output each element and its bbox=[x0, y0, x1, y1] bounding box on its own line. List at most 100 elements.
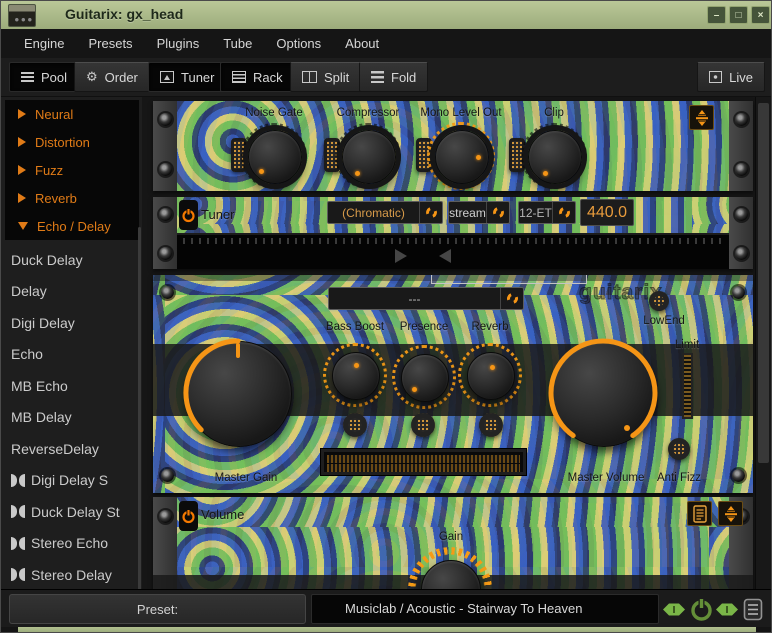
category-label: Distortion bbox=[35, 135, 90, 150]
order-label: Order bbox=[105, 70, 138, 85]
unit-title: Tuner bbox=[201, 207, 234, 222]
collapse-unit-button[interactable] bbox=[718, 501, 743, 526]
bass-boost-knob[interactable] bbox=[332, 352, 380, 400]
tuner-power-button[interactable] bbox=[179, 200, 198, 230]
screw bbox=[159, 208, 172, 221]
tuning-mode-select[interactable]: (Chromatic) bbox=[327, 201, 443, 224]
list-item[interactable]: Digi Delay bbox=[1, 307, 141, 339]
cycle-button[interactable] bbox=[419, 202, 442, 223]
ir-select[interactable]: --- bbox=[328, 287, 524, 310]
sidebar-category-reverb[interactable]: Reverb bbox=[5, 184, 139, 212]
plugin-list: Duck Delay Delay Digi Delay Echo MB Echo… bbox=[1, 244, 141, 589]
chevron-right-icon bbox=[18, 109, 26, 119]
master-gain-label: Master Gain bbox=[186, 472, 306, 484]
menu-presets[interactable]: Presets bbox=[77, 32, 143, 55]
rack-unit-amp: --- guitarix LowEnd Bass Boost Presence … bbox=[153, 275, 753, 493]
maximize-button[interactable]: □ bbox=[729, 6, 748, 24]
reference-pitch-spinbox[interactable]: 440.0 bbox=[580, 199, 634, 226]
rack-icon bbox=[232, 71, 246, 83]
lowend-switch[interactable] bbox=[649, 291, 669, 311]
list-item[interactable]: MB Echo bbox=[1, 370, 141, 402]
sidebar-category-echo-delay[interactable]: Echo / Delay bbox=[5, 212, 139, 240]
screw bbox=[159, 247, 172, 260]
sidebar-category-fuzz[interactable]: Fuzz bbox=[5, 156, 139, 184]
minimize-button[interactable]: – bbox=[707, 6, 726, 24]
list-item[interactable]: Duck Delay bbox=[1, 244, 141, 276]
bass-boost-switch[interactable] bbox=[343, 413, 367, 437]
list-item[interactable]: MB Delay bbox=[1, 402, 141, 434]
tuner-arrow-right-icon bbox=[395, 249, 407, 263]
menubar: Engine Presets Plugins Tube Options Abou… bbox=[1, 29, 772, 58]
mono-level-out-knob[interactable] bbox=[435, 130, 489, 184]
list-item[interactable]: Echo bbox=[1, 339, 141, 371]
split-button[interactable]: Split bbox=[290, 62, 361, 92]
ir-select-value: --- bbox=[329, 292, 500, 306]
preset-display[interactable]: Musiclab / Acoustic - Stairway To Heaven bbox=[311, 594, 659, 624]
presets-button[interactable] bbox=[687, 501, 712, 526]
list-item[interactable]: Stereo Delay bbox=[1, 559, 141, 589]
list-item[interactable]: Duck Delay St bbox=[1, 496, 141, 528]
category-list: Neural Distortion Fuzz Reverb Echo / Del… bbox=[5, 100, 139, 240]
titlebar[interactable]: Guitarix: gx_head – □ × bbox=[1, 1, 772, 29]
anti-fizz-switch[interactable] bbox=[668, 438, 690, 460]
knob-label: Clip bbox=[494, 107, 614, 119]
presence-knob[interactable] bbox=[401, 354, 449, 402]
plugin-label: MB Delay bbox=[11, 409, 72, 425]
stereo-pair-icon bbox=[11, 474, 25, 487]
cycle-button[interactable] bbox=[486, 202, 509, 223]
reverb-knob[interactable] bbox=[467, 352, 515, 400]
rack-button[interactable]: Rack bbox=[220, 62, 295, 92]
live-icon bbox=[709, 71, 722, 83]
sidebar-category-neural[interactable]: Neural bbox=[5, 100, 139, 128]
resize-strip-bar bbox=[18, 627, 756, 633]
cycle-button[interactable] bbox=[552, 202, 575, 223]
menu-options[interactable]: Options bbox=[265, 32, 332, 55]
screw bbox=[735, 113, 748, 126]
expand-collapse-icon bbox=[693, 109, 711, 127]
pool-button[interactable]: Pool bbox=[9, 62, 79, 92]
expand-collapse-icon bbox=[722, 505, 740, 523]
close-button[interactable]: × bbox=[751, 6, 770, 24]
volume-power-button[interactable] bbox=[179, 501, 198, 531]
temperament-select[interactable]: 12-ET bbox=[518, 201, 576, 224]
tuner-button[interactable]: Tuner bbox=[148, 62, 226, 92]
fold-button[interactable]: Fold bbox=[359, 62, 428, 92]
menu-about[interactable]: About bbox=[334, 32, 390, 55]
lowend-label: LowEnd bbox=[624, 315, 704, 327]
menu-plugins[interactable]: Plugins bbox=[146, 32, 211, 55]
compressor-knob[interactable] bbox=[342, 130, 396, 184]
reverb-switch[interactable] bbox=[479, 413, 503, 437]
list-item[interactable]: ReverseDelay bbox=[1, 433, 141, 465]
category-label: Neural bbox=[35, 107, 73, 122]
order-button[interactable]: ⚙ Order bbox=[74, 62, 150, 92]
list-item[interactable]: Delay bbox=[1, 276, 141, 308]
sidebar-category-distortion[interactable]: Distortion bbox=[5, 128, 139, 156]
category-label: Echo / Delay bbox=[37, 219, 111, 234]
noise-gate-knob[interactable] bbox=[248, 130, 302, 184]
presence-switch[interactable] bbox=[411, 413, 435, 437]
cycle-icon bbox=[505, 291, 520, 306]
sidebar-scrollbar[interactable] bbox=[138, 227, 141, 633]
collapse-unit-button[interactable] bbox=[689, 105, 714, 130]
unit-title: Volume bbox=[201, 507, 244, 522]
list-item[interactable]: Digi Delay S bbox=[1, 465, 141, 497]
cycle-button[interactable] bbox=[500, 288, 523, 309]
channel-select[interactable]: stream bbox=[448, 201, 510, 224]
preset-button[interactable]: Preset: bbox=[9, 594, 306, 624]
menu-engine[interactable]: Engine bbox=[13, 32, 75, 55]
rack-unit-head: Noise Gate Compressor Mono Level Out Cli… bbox=[153, 101, 753, 191]
live-button[interactable]: Live bbox=[697, 62, 765, 92]
log-window-button[interactable] bbox=[743, 598, 763, 621]
window-resize-strip[interactable] bbox=[1, 627, 772, 633]
tuner-icon bbox=[160, 71, 174, 83]
list-item[interactable]: Stereo Echo bbox=[1, 528, 141, 560]
jack-input-icon bbox=[663, 602, 685, 617]
screw bbox=[159, 113, 172, 126]
rack-scrollbar-thumb[interactable] bbox=[758, 103, 769, 463]
cycle-icon bbox=[424, 205, 439, 220]
engine-power-button[interactable] bbox=[689, 597, 714, 622]
cycle-icon bbox=[491, 205, 506, 220]
clip-knob[interactable] bbox=[528, 130, 582, 184]
menu-tube[interactable]: Tube bbox=[212, 32, 263, 55]
rack-scrollbar[interactable] bbox=[755, 97, 770, 589]
